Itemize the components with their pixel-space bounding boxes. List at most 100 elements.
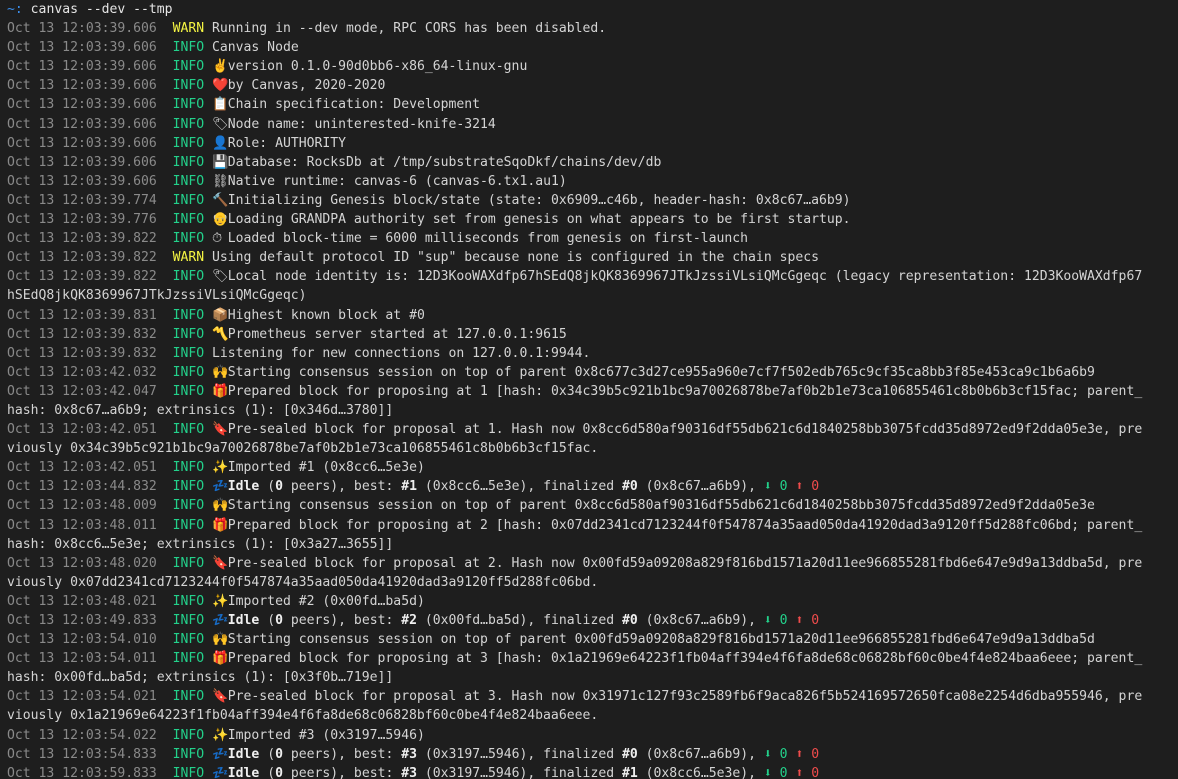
log-line: Oct 13 12:03:54.833 INFO 💤Idle (0 peers)… [7,745,1178,764]
log-message: Loading GRANDPA authority set from genes… [227,212,851,228]
log-level: INFO [172,269,205,285]
prompt-line: ~: canvas --dev --tmp [7,0,1178,19]
bookmark-icon: 🔖 [212,422,229,438]
download-arrow-icon: ⬇ 0 [763,479,788,495]
bookmark-icon: 🔖 [212,555,229,571]
log-line: Oct 13 12:03:54.010 INFO 🙌Starting conse… [7,630,1178,649]
log-line-continuation: hash: 0x8cc6…5e3e; extrinsics (1): [0x3a… [7,535,1178,554]
log-message: (0x00fd…ba5d), finalized [417,613,622,628]
log-level: WARN [172,21,205,37]
download-arrow-icon: ⬇ 0 [763,746,788,762]
log-line: Oct 13 12:03:39.606 INFO ❤️by Canvas, 20… [7,76,1178,95]
log-timestamp: Oct 13 12:03:39.831 [7,307,157,323]
log-message: Role: AUTHORITY [227,135,347,151]
raised-hands-icon: 🙌 [212,498,229,514]
log-level: INFO [172,192,205,208]
log-message: Prometheus server started at 127.0.0.1:9… [227,326,567,342]
log-timestamp: Oct 13 12:03:39.832 [7,326,157,342]
log-timestamp: Oct 13 12:03:39.606 [7,173,157,189]
log-message: Chain specification: Development [227,97,481,113]
log-level: INFO [172,517,205,533]
log-line: Oct 13 12:03:39.774 INFO 🔨Initializing G… [7,191,1178,210]
log-line: Oct 13 12:03:39.822 WARN Using default p… [7,248,1178,267]
log-level: INFO [172,326,205,342]
raised-hands-icon: 🙌 [212,632,229,648]
log-timestamp: Oct 13 12:03:42.051 [7,422,157,438]
log-line-continuation: viously 0x34c39b5c921b1bc9a70026878be7af… [7,439,1178,458]
log-message: by Canvas, 2020-2020 [227,78,386,94]
download-arrow-icon: ⬇ 0 [763,765,788,779]
log-level: INFO [172,40,205,56]
log-level: INFO [172,307,205,323]
log-message: Loaded block-time = 6000 milliseconds fr… [227,231,749,247]
log-level: INFO [172,212,205,228]
log-timestamp: Oct 13 12:03:48.021 [7,593,157,609]
zzz-icon: 💤 [212,765,229,779]
gift-icon: 🎁 [212,383,229,399]
log-line: Oct 13 12:03:39.606 INFO 📋Chain specific… [7,95,1178,114]
log-level: INFO [172,613,205,628]
hammer-icon: 🔨 [212,192,229,208]
upload-arrow-icon: ⬆ 0 [795,765,820,779]
log-message: Prepared block for proposing at 1 [hash:… [227,383,1143,399]
log-message: ( [259,765,276,779]
log-message: Using default protocol ID "sup" because … [212,250,819,266]
package-icon: 📦 [212,307,229,323]
log-level: INFO [172,593,205,609]
old-man-icon: 👴 [212,212,229,228]
log-bold-value: Idle [227,613,260,628]
log-message: peers), best: [282,613,402,628]
log-line: Oct 13 12:03:39.606 WARN Running in --de… [7,19,1178,38]
heart-icon: ❤️ [212,78,229,94]
log-level: INFO [172,97,205,113]
log-message: Node name: uninterested-knife-3214 [227,116,496,132]
log-level: INFO [172,765,205,779]
log-timestamp: Oct 13 12:03:39.774 [7,192,157,208]
log-message: ( [259,479,276,495]
log-timestamp: Oct 13 12:03:59.833 [7,765,157,779]
log-timestamp: Oct 13 12:03:54.010 [7,632,157,648]
log-level: INFO [172,479,205,495]
log-message: peers), best: [282,479,402,495]
terminal-window[interactable]: ~: canvas --dev --tmp Oct 13 12:03:39.60… [0,0,1178,779]
log-line: Oct 13 12:03:39.776 INFO 👴Loading GRANDP… [7,210,1178,229]
log-timestamp: Oct 13 12:03:39.606 [7,21,157,37]
log-timestamp: Oct 13 12:03:39.776 [7,212,157,228]
log-line: Oct 13 12:03:39.831 INFO 📦Highest known … [7,306,1178,325]
log-message: Running in --dev mode, RPC CORS has been… [212,21,607,37]
upload-arrow-icon: ⬆ 0 [795,613,820,628]
log-message: (0x8c67…a6b9), [637,613,764,628]
log-line: Oct 13 12:03:48.009 INFO 🙌Starting conse… [7,496,1178,515]
log-message: (0x3197…5946), finalized [417,746,622,762]
log-continuation-text: viously 0x07dd2341cd7123244f0f547874a35a… [7,574,599,590]
download-arrow-icon: ⬇ 0 [763,613,788,628]
log-line-continuation: viously 0x1a21969e64223f1fb04aff394e4f6f… [7,706,1178,725]
log-message: Starting consensus session on top of par… [227,632,1095,648]
gift-icon: 🎁 [212,517,229,533]
log-level: INFO [172,231,205,247]
log-bold-value: #1 [401,479,418,495]
log-line: Oct 13 12:03:54.021 INFO 🔖Pre-sealed blo… [7,687,1178,706]
log-line: Oct 13 12:03:49.833 INFO 💤Idle (0 peers)… [7,611,1178,630]
log-level: INFO [172,116,205,132]
log-line-continuation: hash: 0x8c67…a6b9; extrinsics (1): [0x34… [7,401,1178,420]
log-level: INFO [172,78,205,94]
log-level: INFO [172,345,205,361]
sparkles-icon: ✨ [212,593,229,609]
log-line-continuation: viously 0x07dd2341cd7123244f0f547874a35a… [7,573,1178,592]
log-timestamp: Oct 13 12:03:42.047 [7,383,157,399]
raised-hands-icon: 🙌 [212,364,229,380]
log-level: INFO [172,746,205,762]
log-timestamp: Oct 13 12:03:48.009 [7,498,157,514]
log-timestamp: Oct 13 12:03:39.822 [7,250,157,266]
log-bold-value: #1 [621,765,638,779]
log-message: Native runtime: canvas-6 (canvas-6.tx1.a… [227,173,567,189]
label-icon: 🏷 [212,269,229,285]
log-bold-value: Idle [227,765,260,779]
log-line: Oct 13 12:03:39.606 INFO Canvas Node [7,38,1178,57]
gift-icon: 🎁 [212,651,229,667]
part-alternation-mark-icon: 〽️ [212,326,229,342]
log-continuation-text: hash: 0x8cc6…5e3e; extrinsics (1): [0x3a… [7,536,394,552]
log-line: Oct 13 12:03:39.606 INFO ⛓Native runtime… [7,172,1178,191]
log-message: (0x8c67…a6b9), [637,479,764,495]
